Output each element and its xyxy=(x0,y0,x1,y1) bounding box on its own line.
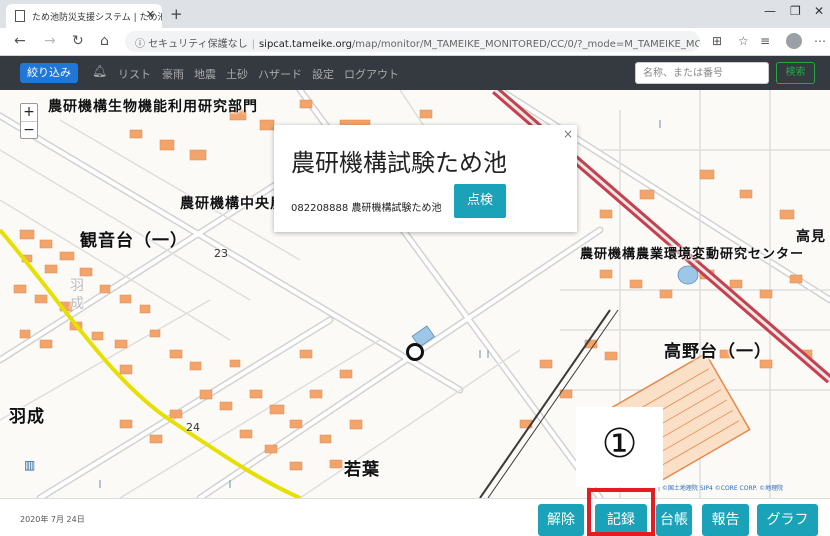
map-label-route-23: 23 xyxy=(214,247,228,260)
popup-title: 農研機構試験ため池 xyxy=(291,149,507,177)
url-host: sipcat.tameike.org xyxy=(258,39,352,50)
zoom-control: + − xyxy=(20,103,38,139)
new-tab-button[interactable]: + xyxy=(170,5,183,23)
security-label: ⓘ セキュリティ保護なし xyxy=(135,39,248,50)
close-window-icon[interactable]: ✕ xyxy=(814,4,824,18)
address-bar: ← → ↻ ⌂ ⓘ セキュリティ保護なし | sipcat.tameike.org/… xyxy=(0,28,830,56)
url-path: /map/monitor/M_TAMEIKE_MONITORED/CC/0/?_… xyxy=(351,39,700,50)
pond-popup: × 農研機構試験ため池 082208888 農研機構試験ため池 点検 xyxy=(274,125,577,232)
map-label-hanari: 羽成 xyxy=(9,407,45,427)
map-label-hanari-1: 羽 xyxy=(70,278,85,294)
map-label-takanodai: 高野台（一） xyxy=(664,342,772,362)
popup-close-icon[interactable]: × xyxy=(563,127,573,141)
reload-icon[interactable]: ↻ xyxy=(72,33,84,49)
zoom-out-button[interactable]: − xyxy=(21,121,37,138)
nav-heavy-rain[interactable]: 豪雨 xyxy=(162,66,184,82)
nav-hazard[interactable]: ハザード xyxy=(258,66,302,82)
minimize-icon[interactable]: — xyxy=(764,4,776,18)
page-icon xyxy=(15,10,25,22)
nav-earthquake[interactable]: 地震 xyxy=(194,66,216,82)
nav-logout[interactable]: ログアウト xyxy=(344,66,399,82)
graph-button[interactable]: グラフ xyxy=(757,504,818,536)
date-label: 2020年 7月 24日 xyxy=(20,515,85,524)
profile-avatar[interactable] xyxy=(786,33,802,49)
app-navbar: 絞り込み 🔔︎ リスト 豪雨 地震 土砂 ハザード 設定 ログアウト 検索 xyxy=(0,56,830,90)
home-icon[interactable]: ⌂ xyxy=(100,33,109,49)
collections-icon[interactable]: ≡ xyxy=(760,34,770,48)
nav-list[interactable]: リスト xyxy=(118,66,151,82)
map-label-wakaba: 若葉 xyxy=(344,460,380,480)
map-label-env: 農研機構農業環境変動研究センター xyxy=(580,247,805,262)
back-icon[interactable]: ← xyxy=(14,33,26,49)
record-highlight-box xyxy=(587,488,655,536)
translate-icon[interactable]: ⊞ xyxy=(712,34,722,48)
pond-marker[interactable] xyxy=(406,343,424,361)
url-field[interactable]: ⓘ セキュリティ保護なし | sipcat.tameike.org/map/moni… xyxy=(125,31,700,52)
inspect-button[interactable]: 点検 xyxy=(454,184,506,218)
filter-button[interactable]: 絞り込み xyxy=(20,63,78,83)
restore-icon[interactable]: ❐ xyxy=(790,4,801,18)
ledger-button[interactable]: 台帳 xyxy=(656,504,692,536)
popup-pond-id: 082208888 農研機構試験ため池 xyxy=(291,203,442,214)
release-button[interactable]: 解除 xyxy=(538,504,584,536)
search-input[interactable] xyxy=(635,62,769,84)
search-button[interactable]: 検索 xyxy=(776,62,815,84)
bell-icon[interactable]: 🔔︎ xyxy=(92,64,107,78)
map-label-taka: 高見 xyxy=(796,229,826,245)
map-label-hanari-2: 成 xyxy=(70,296,85,312)
map-label-bio: 農研機構生物機能利用研究部門 xyxy=(48,99,258,115)
favorite-icon[interactable]: ☆ xyxy=(738,34,749,48)
map-label-route-24: 24 xyxy=(186,421,200,434)
report-button[interactable]: 報告 xyxy=(702,504,749,536)
map-layer-icon[interactable]: ▥ xyxy=(24,458,35,472)
nav-settings[interactable]: 設定 xyxy=(312,66,334,82)
tab-title: ため池防災支援システム | ため池管理 xyxy=(32,13,162,23)
map-label-kannondai: 観音台（一） xyxy=(80,231,188,251)
close-tab-icon[interactable]: ✕ xyxy=(146,8,155,21)
browser-tab-bar: ため池防災支援システム | ため池管理 ✕ + — ❐ ✕ xyxy=(0,0,830,28)
browser-tab[interactable]: ため池防災支援システム | ため池管理 ✕ xyxy=(6,4,162,28)
nav-landslide[interactable]: 土砂 xyxy=(226,66,248,82)
zoom-in-button[interactable]: + xyxy=(21,104,37,121)
more-icon[interactable]: ⋯ xyxy=(814,34,826,48)
footer-bar: 2020年 7月 24日 解除 記録 台帳 報告 グラフ xyxy=(0,498,830,536)
forward-icon[interactable]: → xyxy=(44,33,56,49)
step-callout: ① xyxy=(576,407,663,487)
map-attribution: | ©国土地理院 SIP4 ©CORE CORP. ©地理院 xyxy=(658,485,784,492)
